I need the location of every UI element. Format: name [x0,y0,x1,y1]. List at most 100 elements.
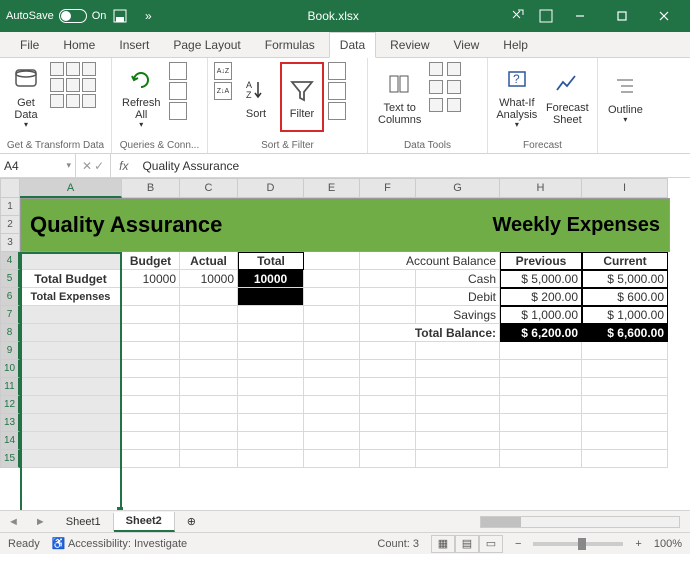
queries-mini-buttons[interactable] [169,62,187,120]
cell-I10[interactable] [582,360,668,378]
cell-F12[interactable] [360,396,416,414]
cell-B12[interactable] [122,396,180,414]
cell-A13[interactable] [20,414,122,432]
cell-I13[interactable] [582,414,668,432]
row-header-2[interactable]: 2 [0,216,20,234]
cell-G8[interactable]: Total Balance: [360,324,500,342]
select-all-corner[interactable] [0,178,20,198]
cell-E10[interactable] [304,360,360,378]
row-header-1[interactable]: 1 [0,198,20,216]
cell-A6[interactable]: Total Expenses [20,288,122,306]
cell-B11[interactable] [122,378,180,396]
cell-A5[interactable]: Total Budget [20,270,122,288]
cell-H14[interactable] [500,432,582,450]
tab-insert[interactable]: Insert [109,33,159,57]
cell-D12[interactable] [238,396,304,414]
horizontal-scrollbar[interactable] [208,516,690,528]
cell-H4[interactable]: Previous [500,252,582,270]
row-header-10[interactable]: 10 [0,360,20,378]
cell-E7[interactable] [304,306,360,324]
cell-I11[interactable] [582,378,668,396]
refresh-all-button[interactable]: Refresh All ▾ [118,62,165,132]
more-icon[interactable]: » [134,9,162,23]
cell-H6[interactable]: $ 200.00 [500,288,582,306]
maximize-button[interactable] [602,2,642,30]
cancel-formula-icon[interactable]: ✕ [82,159,92,173]
cell-C15[interactable] [180,450,238,468]
cell-C12[interactable] [180,396,238,414]
cell-B13[interactable] [122,414,180,432]
cell-A4[interactable] [20,252,122,270]
cell-C7[interactable] [180,306,238,324]
cell-C4[interactable]: Actual [180,252,238,270]
ribbon-options-icon[interactable] [532,9,560,23]
cell-I4[interactable]: Current [582,252,668,270]
cell-C5[interactable]: 10000 [180,270,238,288]
cell-G10[interactable] [416,360,500,378]
cell-D9[interactable] [238,342,304,360]
cell-B9[interactable] [122,342,180,360]
cell-C8[interactable] [180,324,238,342]
row-header-3[interactable]: 3 [0,234,20,252]
zoom-in-button[interactable]: + [635,538,641,550]
cell-G4[interactable]: Account Balance [360,252,500,270]
view-normal-icon[interactable]: ▦ [431,535,455,553]
cell-E13[interactable] [304,414,360,432]
cell-I14[interactable] [582,432,668,450]
cell-D11[interactable] [238,378,304,396]
outline-button[interactable]: Outline ▾ [604,62,647,132]
row-header-6[interactable]: 6 [0,288,20,306]
forecast-sheet-button[interactable]: Forecast Sheet [544,62,591,132]
sort-asc-desc-buttons[interactable]: A↓Z Z↓A [214,62,232,100]
get-data-button[interactable]: Get Data ▾ [6,62,46,132]
autosave-toggle[interactable]: AutoSave On [6,9,106,23]
view-page-layout-icon[interactable]: ▤ [455,535,479,553]
cell-F6[interactable] [360,288,416,306]
col-header-C[interactable]: C [180,178,238,198]
sort-desc-icon[interactable]: Z↓A [214,82,232,100]
close-button[interactable] [644,2,684,30]
sheet-nav-prev[interactable]: ◄ [0,516,27,528]
row-header-5[interactable]: 5 [0,270,20,288]
cell-E11[interactable] [304,378,360,396]
row-header-7[interactable]: 7 [0,306,20,324]
text-to-columns-button[interactable]: Text to Columns [374,62,425,132]
fill-handle[interactable] [117,507,123,510]
cell-C10[interactable] [180,360,238,378]
cell-G14[interactable] [416,432,500,450]
cell-A8[interactable] [20,324,122,342]
cell-B5[interactable]: 10000 [122,270,180,288]
cell-H8[interactable]: $ 6,200.00 [500,324,582,342]
filter-mini-buttons[interactable] [328,62,346,120]
cell-G6[interactable]: Debit [416,288,500,306]
zoom-slider[interactable] [533,542,623,546]
worksheet[interactable]: A B C D E F G H I 123456789101112131415 … [0,178,690,510]
cell-I12[interactable] [582,396,668,414]
sort-button[interactable]: AZ Sort [236,62,276,132]
cell-E6[interactable] [304,288,360,306]
cell-F7[interactable] [360,306,416,324]
cell-H5[interactable]: $ 5,000.00 [500,270,582,288]
cell-B4[interactable]: Budget [122,252,180,270]
sheet-nav-next[interactable]: ► [27,516,54,528]
cell-H15[interactable] [500,450,582,468]
name-box[interactable]: A4▾ [0,154,76,177]
new-sheet-button[interactable]: ⊕ [175,512,208,531]
cell-A15[interactable] [20,450,122,468]
accept-formula-icon[interactable]: ✓ [94,159,104,173]
cell-F14[interactable] [360,432,416,450]
zoom-out-button[interactable]: − [515,538,521,550]
cell-B14[interactable] [122,432,180,450]
tab-home[interactable]: Home [53,33,105,57]
col-header-F[interactable]: F [360,178,416,198]
tab-help[interactable]: Help [493,33,538,57]
save-icon[interactable] [106,9,134,23]
cell-A7[interactable] [20,306,122,324]
cell-D13[interactable] [238,414,304,432]
cell-A10[interactable] [20,360,122,378]
cell-A11[interactable] [20,378,122,396]
cell-C9[interactable] [180,342,238,360]
cell-E5[interactable] [304,270,360,288]
whatif-button[interactable]: ? What-If Analysis ▾ [494,62,540,132]
cell-G5[interactable]: Cash [416,270,500,288]
